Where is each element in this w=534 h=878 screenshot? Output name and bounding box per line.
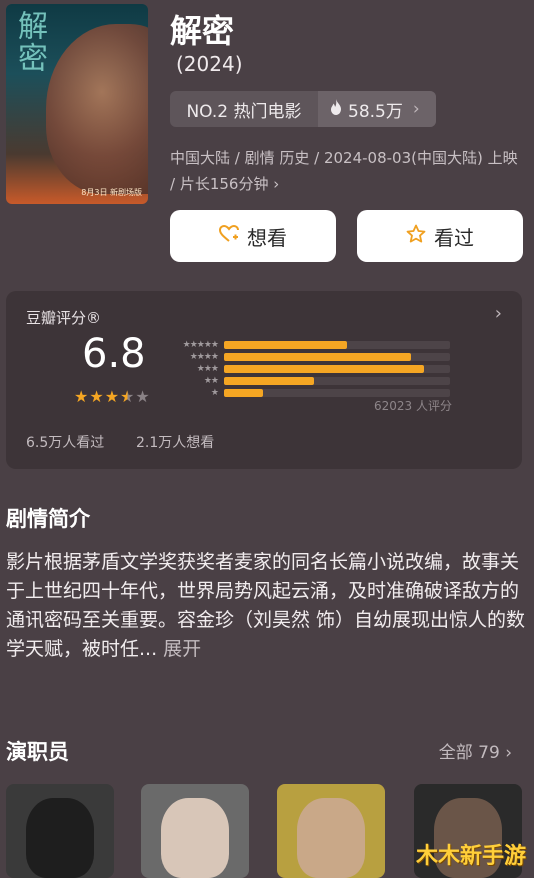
- rank-label[interactable]: NO.2 热门电影: [170, 91, 318, 127]
- actor-face: [161, 798, 229, 878]
- synopsis-text: 影片根据茅盾文学奖获奖者麦家的同名长篇小说改编，故事关于上世纪四十年代，世界局势…: [6, 551, 526, 660]
- rating-source-label: 豆瓣评分®: [26, 309, 102, 327]
- movie-title: 解密: [170, 12, 235, 50]
- poster-title-art: 解密: [12, 10, 47, 74]
- dist-bar: [224, 353, 412, 361]
- dist-bar: [224, 365, 425, 373]
- synopsis-heading: 剧情简介: [6, 507, 90, 531]
- heat-value: 58.5万: [348, 101, 403, 122]
- chevron-right-icon: ›: [505, 743, 512, 763]
- flame-icon: [330, 98, 342, 120]
- heat-badge[interactable]: 58.5万 ›: [318, 91, 436, 127]
- dist-bar: [224, 377, 315, 385]
- want-to-watch-button[interactable]: 想看: [170, 210, 336, 262]
- expand-link[interactable]: 展开: [163, 638, 201, 660]
- movie-poster[interactable]: 解密 8月3日 新剧场版: [6, 4, 148, 204]
- movie-year: (2024): [176, 52, 243, 76]
- dist-bar: [224, 341, 347, 349]
- star-icon: ★: [135, 387, 151, 406]
- dist-track: [224, 341, 450, 349]
- star-icon: ★: [104, 387, 121, 406]
- synopsis-text-block: 影片根据茅盾文学奖获奖者麦家的同名长篇小说改编，故事关于上世纪四十年代，世界局势…: [6, 548, 526, 664]
- rating-card[interactable]: 豆瓣评分® › 6.8 ★★★★★ ★★★★★ ★★★★ ★★★ ★★ ★ 62…: [6, 291, 522, 469]
- dist-row-3: ★★★: [166, 363, 450, 375]
- poster-caption: 8月3日 新剧场版: [81, 188, 142, 197]
- star-half-icon: ★: [120, 387, 136, 406]
- watched-count: 6.5万人看过: [26, 435, 105, 451]
- dist-bar: [224, 389, 263, 397]
- dist-row-4: ★★★★: [166, 351, 450, 363]
- rating-stars: ★★★★★: [74, 387, 151, 406]
- all-cast-link[interactable]: 全部 79 ›: [439, 738, 512, 763]
- rating-distribution: ★★★★★ ★★★★ ★★★ ★★ ★: [166, 339, 450, 399]
- want-label: 想看: [247, 225, 287, 250]
- cast-photo[interactable]: [141, 784, 249, 878]
- movie-meta[interactable]: 中国大陆 / 剧情 历史 / 2024-08-03(中国大陆) 上映 / 片长1…: [170, 145, 526, 197]
- watched-button[interactable]: 看过: [357, 210, 523, 262]
- star-icon: ★★★: [196, 364, 219, 374]
- rank-bar[interactable]: NO.2 热门电影 58.5万 ›: [170, 91, 436, 127]
- dist-row-5: ★★★★★: [166, 339, 450, 351]
- star-icon: ★: [74, 387, 90, 406]
- dist-track: [224, 389, 450, 397]
- actor-face: [26, 798, 94, 878]
- rating-score: 6.8: [82, 331, 146, 377]
- dist-track: [224, 377, 450, 385]
- star-icon: ★: [89, 387, 105, 406]
- star-outline-icon: [406, 224, 426, 249]
- cast-photo[interactable]: [277, 784, 385, 878]
- rating-count: 62023 人评分: [374, 399, 452, 413]
- star-icon: ★: [210, 388, 219, 398]
- meta-text: 中国大陆 / 剧情 历史 / 2024-08-03(中国大陆) 上映 / 片长1…: [170, 149, 518, 193]
- chevron-right-icon: ›: [412, 99, 420, 119]
- cast-heading: 演职员: [6, 740, 69, 764]
- watched-label: 看过: [434, 225, 474, 250]
- dist-track: [224, 365, 450, 373]
- cast-photo[interactable]: [6, 784, 114, 878]
- chevron-right-icon: ›: [494, 303, 502, 324]
- actor-face: [297, 798, 365, 878]
- poster-art: [46, 24, 148, 194]
- dist-track: [224, 353, 450, 361]
- heart-plus-icon: [218, 224, 239, 248]
- watermark: 木木新手游: [415, 844, 526, 869]
- chevron-right-icon: ›: [273, 175, 280, 193]
- star-icon: ★★: [203, 376, 219, 386]
- star-icon: ★★★★: [189, 352, 219, 362]
- wanted-count: 2.1万人想看: [136, 435, 215, 451]
- dist-row-2: ★★: [166, 375, 450, 387]
- star-icon: ★★★★★: [182, 340, 219, 350]
- all-cast-label: 全部 79: [438, 743, 500, 763]
